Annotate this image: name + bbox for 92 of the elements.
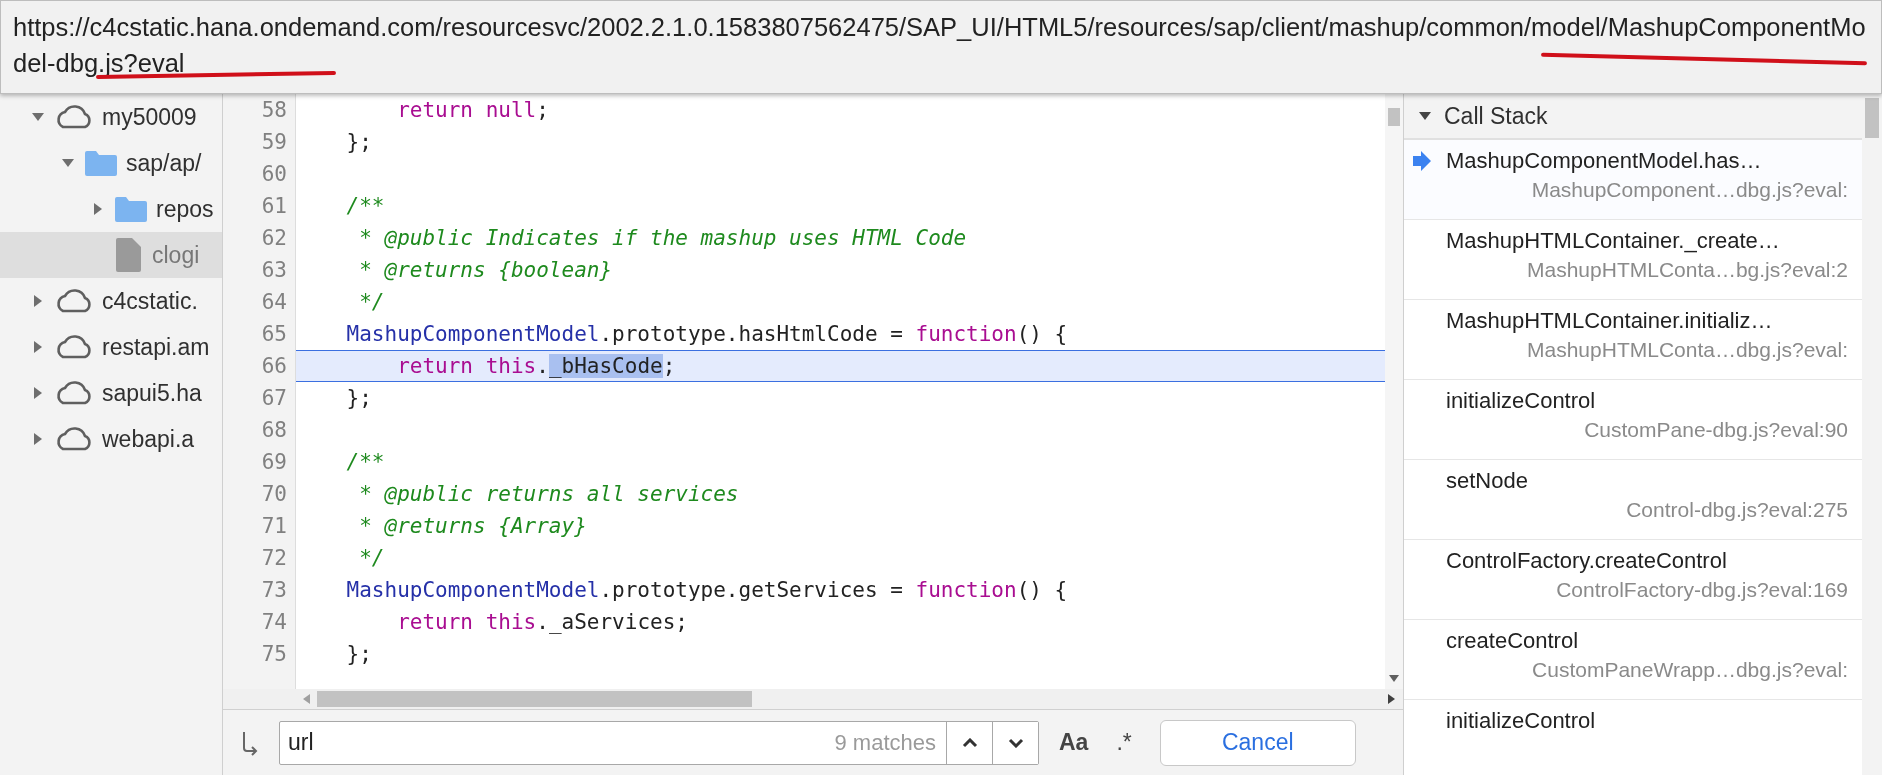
vertical-scrollbar[interactable]	[1385, 94, 1403, 689]
folder-icon	[84, 149, 118, 177]
code-line: MashupComponentModel.prototype.getServices = function() {	[345, 578, 1068, 602]
code-line: */	[358, 546, 385, 570]
code-line: * @public returns all services	[358, 482, 739, 506]
file-icon	[114, 237, 144, 273]
cloud-icon	[54, 334, 94, 360]
tree-label: restapi.am	[102, 333, 210, 361]
cancel-button[interactable]: Cancel	[1159, 719, 1356, 766]
code-line: * @public Indicates if the mashup uses HTML Code	[358, 226, 967, 250]
frame-location: MashupComponent…dbg.js?eval:	[1530, 178, 1849, 202]
line-number: 63	[260, 257, 288, 284]
line-number: 75	[260, 641, 288, 668]
match-case-button[interactable]: Aa	[1051, 725, 1097, 760]
tree-item[interactable]: restapi.am	[0, 324, 222, 370]
line-number: 66	[260, 353, 288, 380]
line-number: 68	[260, 417, 288, 444]
tree-label: my50009	[102, 103, 197, 131]
code-line: };	[345, 386, 372, 410]
line-number: 72	[260, 545, 288, 572]
line-number: 71	[260, 513, 288, 540]
cloud-icon	[54, 426, 94, 452]
scrollbar-thumb[interactable]	[1865, 98, 1879, 138]
line-number: 73	[260, 577, 288, 604]
chevron-up-icon	[961, 737, 978, 748]
cloud-icon	[54, 380, 94, 406]
url-text: https://c4cstatic.hana.ondemand.com/resourcesvc/2002.2.1.0.1583807562475/SAP_UI/HTML5/resources/sap/client/mashup/common/model/MashupComponentModel-dbg.js?eval	[13, 9, 1869, 81]
code-line: MashupComponentModel.prototype.hasHtmlCode = function() {	[345, 322, 1068, 346]
frame-location: ControlFactory-dbg.js?eval:169	[1555, 578, 1849, 602]
code-line: * @returns {boolean}	[358, 258, 613, 282]
line-number: 59	[260, 129, 288, 156]
scroll-down-icon[interactable]	[1389, 675, 1399, 683]
tree-item[interactable]: sapui5.ha	[0, 370, 222, 416]
tree-label: sapui5.ha	[102, 379, 202, 407]
chevron-down-icon	[1007, 737, 1024, 748]
cloud-icon	[54, 104, 94, 130]
tree-label: c4cstatic.	[102, 287, 198, 315]
frame-location: Control-dbg.js?eval:275	[1625, 498, 1849, 522]
line-number: 70	[260, 481, 288, 508]
code-line: return this._bHasCode;	[396, 354, 676, 378]
line-number: 62	[260, 225, 288, 252]
tree-label: clogi	[152, 241, 200, 269]
line-number: 65	[260, 321, 288, 348]
next-match-button[interactable]	[992, 721, 1038, 764]
scroll-right-icon[interactable]	[1387, 694, 1395, 704]
frame-location: CustomPaneWrapp…dbg.js?eval:	[1531, 658, 1849, 682]
folder-icon	[114, 195, 148, 223]
call-frame[interactable]: MashupComponentModel.has… MashupComponent…dbg.js?eval:	[1404, 140, 1862, 220]
current-frame-arrow-icon	[1412, 151, 1432, 171]
function-name: MashupComponentModel.has…	[1446, 148, 1762, 174]
tree-item[interactable]: webapi.a	[0, 416, 222, 462]
tree-label: webapi.a	[102, 425, 195, 453]
function-name: ControlFactory.createControl	[1446, 548, 1727, 574]
tree-item[interactable]: sap/ap/	[0, 140, 222, 186]
cloud-icon	[54, 288, 94, 314]
line-number: 69	[260, 449, 288, 476]
code-line: /**	[345, 194, 385, 218]
code-line: };	[345, 642, 372, 666]
tree-item[interactable]: repos	[0, 186, 222, 232]
tree-label: sap/ap/	[126, 149, 202, 177]
scrollbar-thumb[interactable]	[1388, 108, 1400, 126]
function-name: initializeControl	[1446, 388, 1596, 414]
code-line: return null;	[396, 98, 549, 122]
horizontal-scrollbar[interactable]	[223, 689, 1403, 709]
section-header[interactable]: Call Stack	[1404, 94, 1862, 140]
frame-location: MashupHTMLConta…dbg.js?eval:	[1526, 338, 1849, 362]
frame-location: CustomPane-dbg.js?eval:90	[1583, 418, 1849, 442]
line-number: 67	[260, 385, 288, 412]
regex-button[interactable]: .*	[1108, 725, 1140, 760]
function-name: MashupHTMLContainer.initializ…	[1446, 308, 1773, 334]
code-line: * @returns {Array}	[358, 514, 587, 538]
code-line: return this._aServices;	[396, 610, 688, 634]
code-line: };	[345, 130, 372, 154]
function-name: MashupHTMLContainer._create…	[1446, 228, 1780, 254]
match-count: 9 matches	[834, 729, 937, 756]
code-line: */	[358, 290, 385, 314]
function-name: initializeControl	[1446, 708, 1596, 734]
line-number: 60	[260, 161, 288, 188]
line-number: 64	[260, 289, 288, 316]
tree-item[interactable]: my50009	[0, 94, 222, 140]
function-name: createControl	[1446, 628, 1579, 654]
tree-item[interactable]: c4cstatic.	[0, 278, 222, 324]
code-line: /**	[345, 450, 385, 474]
search-field[interactable]: url 9 matches	[279, 720, 1039, 765]
function-name: setNode	[1446, 468, 1528, 494]
frame-location: MashupHTMLConta…bg.js?eval:2	[1526, 258, 1849, 282]
section-title: Call Stack	[1444, 102, 1548, 130]
line-number: 58	[260, 97, 288, 124]
line-number: 74	[260, 609, 288, 636]
search-input[interactable]: url	[280, 728, 835, 757]
tree-label: repos	[156, 195, 214, 223]
line-number: 61	[260, 193, 288, 220]
